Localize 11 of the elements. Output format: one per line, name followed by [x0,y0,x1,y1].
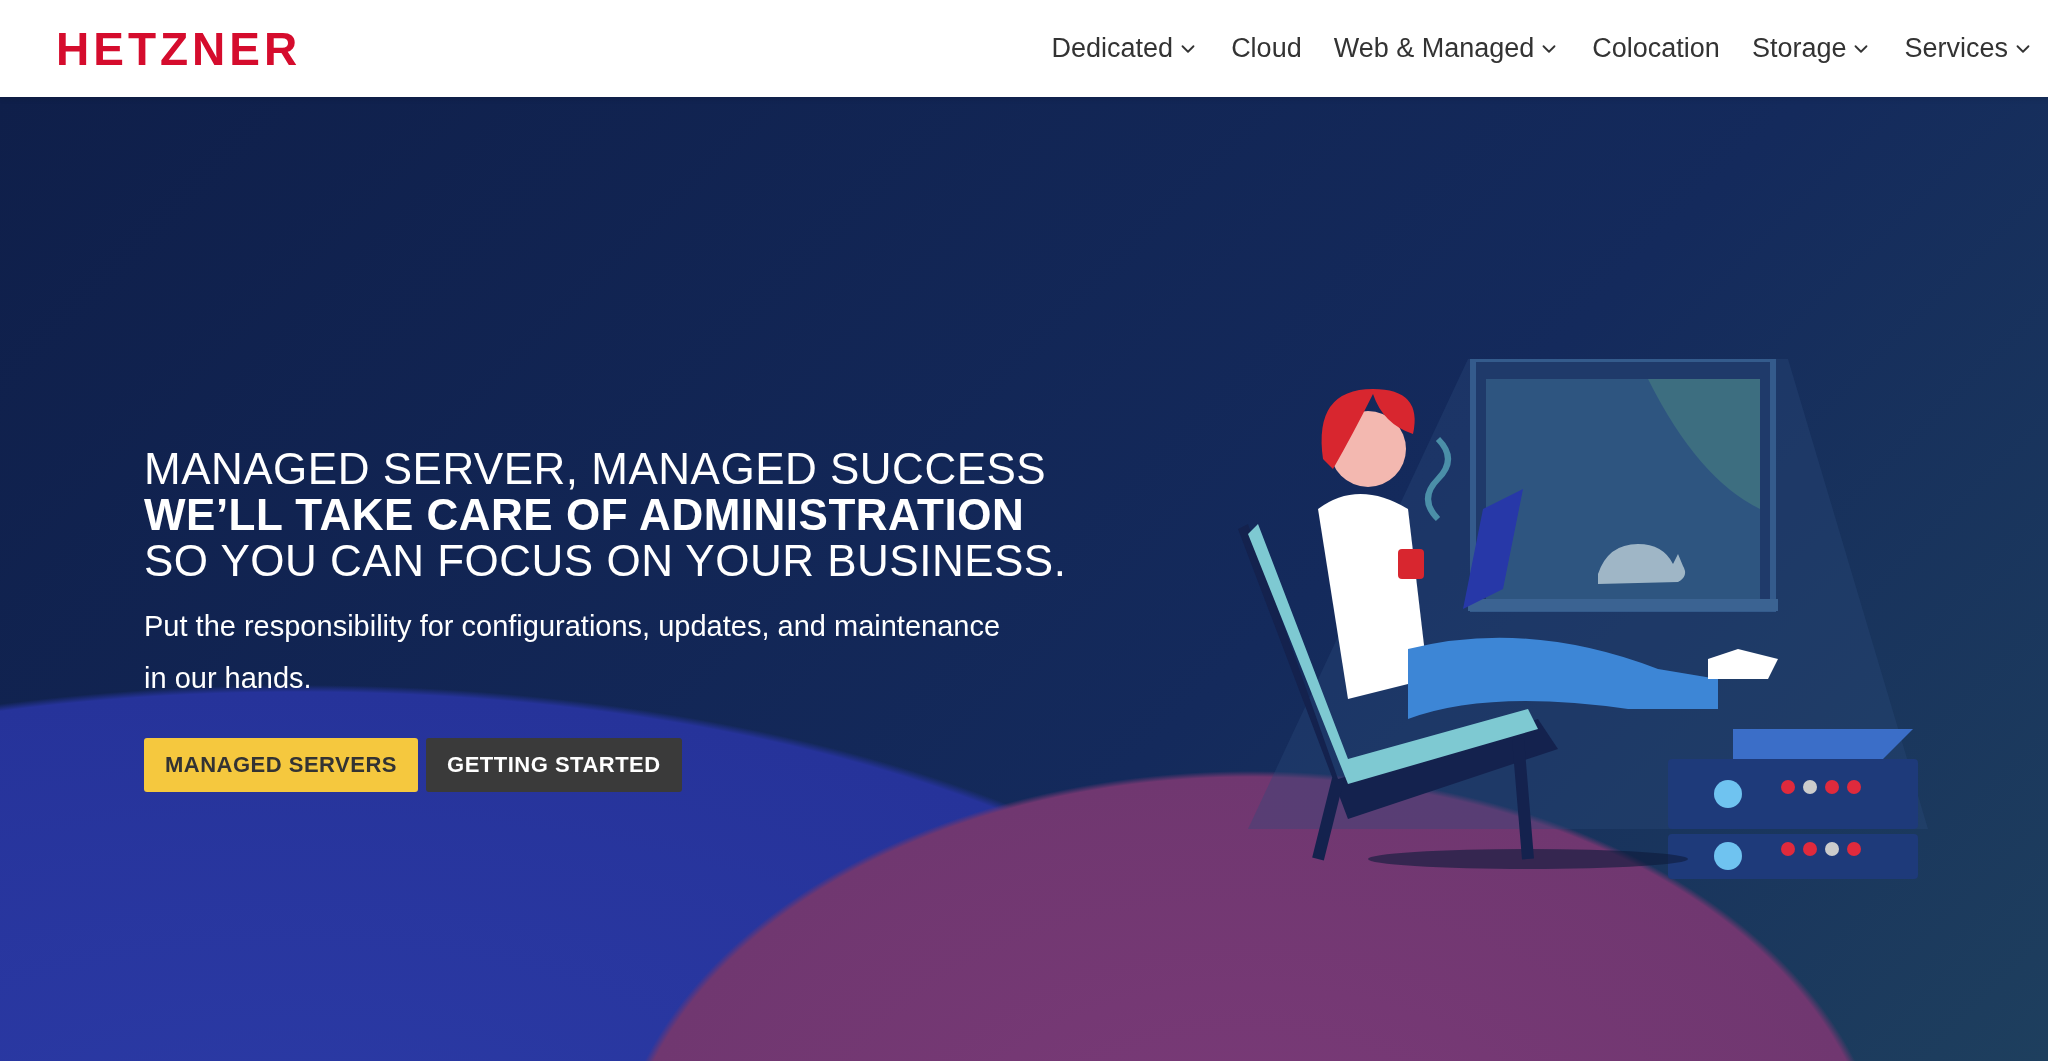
nav-link[interactable]: Cloud [1231,33,1302,64]
managed-servers-button[interactable]: MANAGED SERVERS [144,738,419,792]
nav-link[interactable]: Colocation [1592,33,1720,64]
nav-link[interactable]: Dedicated [1051,33,1200,64]
getting-started-button[interactable]: GETTING STARTED [426,738,682,792]
nav-link[interactable]: Storage [1751,33,1873,64]
hero-heading: MANAGED SERVER, MANAGED SUCCESS WE’LL TAKE CARE OF ADMINISTRATION SO YOU CAN FOCUS ON YOUR BUSINESS. [144,446,1067,584]
logo[interactable]: HETZNER [56,25,302,72]
nav-link[interactable]: Services [1904,33,2034,64]
nav-link[interactable]: Web & Managed [1333,33,1561,64]
hero-description: Put the responsibility for configurations, updates, and maintenance in our hands. [144,609,1002,696]
